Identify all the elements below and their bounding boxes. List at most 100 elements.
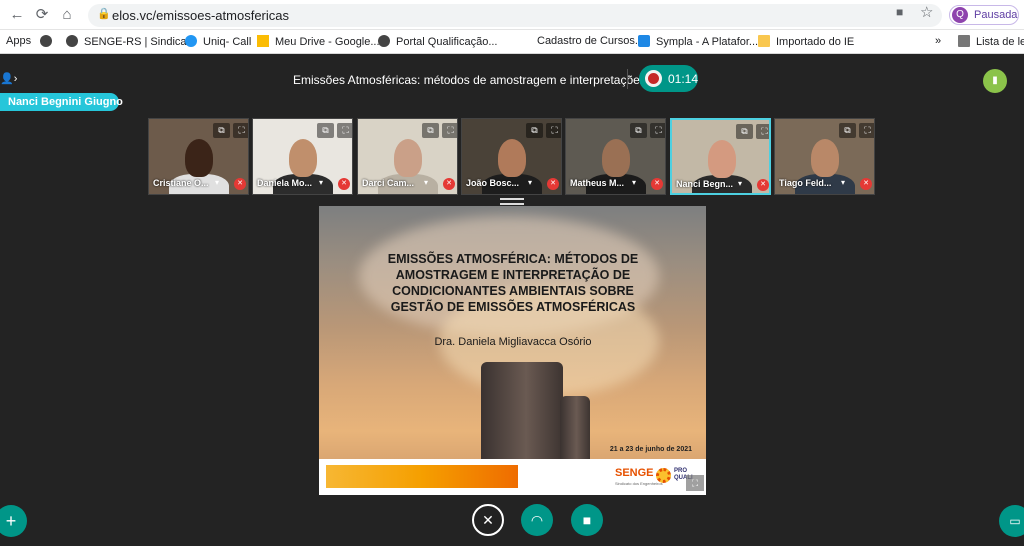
add-icon[interactable]: + bbox=[0, 505, 27, 537]
bookmark-label: Sympla - A Platafor... bbox=[656, 36, 759, 48]
participant-tile[interactable]: ⧉ ⛶ Cristiane O... ▾ ✕ bbox=[148, 118, 249, 195]
participant-name: Daniela Mo... bbox=[257, 178, 313, 188]
globe-icon bbox=[40, 35, 52, 47]
participant-name: Nanci Begn... bbox=[676, 179, 734, 189]
camera-button[interactable]: ■ bbox=[571, 504, 603, 536]
headset-button[interactable]: ◠ bbox=[521, 504, 553, 536]
globe-icon bbox=[66, 35, 78, 47]
camera-icon[interactable]: ■ bbox=[896, 5, 903, 19]
participant-tile[interactable]: ⧉ ⛶ Tiago Feld... ▾ ✕ bbox=[774, 118, 875, 195]
expand-icon[interactable]: ⧉ bbox=[736, 124, 753, 139]
slide-date: 21 a 23 de junho de 2021 bbox=[609, 446, 692, 453]
bookmark-item[interactable]: Meu Drive - Google... bbox=[257, 35, 380, 48]
slide-author: Dra. Daniela Migliavacca Osório bbox=[434, 336, 592, 348]
bookmark-label: Meu Drive - Google... bbox=[275, 36, 380, 48]
cooling-tower bbox=[481, 362, 563, 462]
fullscreen-icon[interactable]: ⛶ bbox=[650, 123, 665, 138]
participant-name: Tiago Feld... bbox=[779, 178, 832, 188]
url-text[interactable]: elos.vc/emissoes-atmosfericas bbox=[112, 8, 289, 23]
home-icon[interactable]: ⌂ bbox=[58, 6, 76, 24]
fullscreen-icon[interactable]: ⛶ bbox=[546, 123, 561, 138]
muted-icon: ✕ bbox=[860, 178, 872, 190]
participant-tile[interactable]: ⧉ ⛶ João Bosc... ▾ ✕ bbox=[461, 118, 562, 195]
muted-icon: ✕ bbox=[338, 178, 350, 190]
chevron-down-icon[interactable]: ▾ bbox=[215, 178, 219, 187]
participants-icon[interactable]: 👤› bbox=[0, 72, 17, 85]
bookmark-star-icon[interactable]: ☆ bbox=[920, 3, 933, 21]
expand-icon[interactable]: ⧉ bbox=[526, 123, 543, 138]
senge-logo-subtitle: Sindicato dos Engenheiros bbox=[615, 481, 663, 486]
expand-icon[interactable]: ⧉ bbox=[839, 123, 856, 138]
bookmark-label: Importado do IE bbox=[776, 36, 855, 48]
slide-footer: SENGE Sindicato dos Engenheiros PRO QUAL… bbox=[319, 459, 706, 495]
chevron-down-icon[interactable]: ▾ bbox=[841, 178, 845, 187]
expand-icon[interactable]: ⧉ bbox=[422, 123, 439, 138]
participant-name: Cristiane O... bbox=[153, 178, 209, 188]
bookmark-item[interactable]: SENGE-RS | Sindica... bbox=[66, 35, 196, 48]
cooling-tower bbox=[560, 396, 590, 462]
reading-list[interactable]: Lista de leit bbox=[958, 35, 1024, 48]
more-bookmarks-icon[interactable]: » bbox=[935, 35, 941, 47]
bookmark-item[interactable]: Sympla - A Platafor... bbox=[638, 35, 758, 48]
chevron-down-icon[interactable]: ▾ bbox=[319, 178, 323, 187]
chevron-down-icon[interactable]: ▾ bbox=[632, 178, 636, 187]
participant-name: João Bosc... bbox=[466, 178, 520, 188]
resize-handle[interactable] bbox=[500, 198, 524, 205]
chat-icon[interactable]: ▭ bbox=[999, 505, 1024, 537]
fullscreen-icon[interactable]: ⛶ bbox=[337, 123, 352, 138]
lock-icon: 🔒 bbox=[97, 8, 111, 20]
senge-logo: SENGE bbox=[615, 467, 654, 479]
expand-icon[interactable]: ⧉ bbox=[213, 123, 230, 138]
folder-icon bbox=[758, 35, 770, 47]
profile-button[interactable]: Q Pausada bbox=[949, 5, 1019, 25]
participant-tile[interactable]: ⧉ ⛶ Nanci Begn... ▾ ✕ bbox=[670, 118, 771, 195]
bookmark-item[interactable]: Portal Qualificação... bbox=[378, 35, 498, 48]
participant-face bbox=[602, 139, 630, 177]
bookmark-label: Uniq- Call bbox=[203, 36, 252, 48]
expand-icon[interactable]: ⧉ bbox=[317, 123, 334, 138]
participant-tile[interactable]: ⧉ ⛶ Darci Cam... ▾ ✕ bbox=[357, 118, 458, 195]
bookmark-item[interactable]: Cadastro de Cursos... bbox=[537, 35, 644, 47]
expand-icon[interactable]: ⧉ bbox=[630, 123, 647, 138]
fullscreen-icon[interactable]: ⛶ bbox=[442, 123, 457, 138]
bookmark-item[interactable]: Importado do IE bbox=[758, 35, 854, 48]
profile-label: Pausada bbox=[974, 9, 1018, 21]
signal-icon[interactable]: ▮ bbox=[983, 69, 1007, 93]
record-icon bbox=[645, 70, 662, 87]
bookmark-item[interactable]: Uniq- Call bbox=[185, 35, 251, 48]
fullscreen-icon[interactable]: ⛶ bbox=[756, 124, 769, 139]
bookmark-label: Cadastro de Cursos... bbox=[537, 35, 644, 47]
participant-face bbox=[498, 139, 526, 177]
bookmark-label: Portal Qualificação... bbox=[396, 36, 498, 48]
participant-tile[interactable]: ⧉ ⛶ Daniela Mo... ▾ ✕ bbox=[252, 118, 353, 195]
back-icon[interactable]: ← bbox=[8, 6, 26, 24]
google-drive-icon bbox=[257, 35, 269, 47]
fullscreen-icon[interactable]: ⛶ bbox=[859, 123, 874, 138]
participant-face bbox=[708, 140, 736, 178]
participant-name: Darci Cam... bbox=[362, 178, 415, 188]
recording-indicator[interactable]: 01:14 bbox=[639, 65, 698, 92]
slide-title-line: EMISSÕES ATMOSFÉRICA: MÉTODOS DE bbox=[387, 252, 639, 266]
muted-icon: ✕ bbox=[757, 179, 769, 191]
avatar: Q bbox=[952, 7, 968, 23]
recording-timer: 01:14 bbox=[668, 72, 699, 86]
participant-tile[interactable]: ⧉ ⛶ Matheus M... ▾ ✕ bbox=[565, 118, 666, 195]
chevron-down-icon[interactable]: ▾ bbox=[738, 179, 742, 188]
fullscreen-icon[interactable]: ⛶ bbox=[233, 123, 248, 138]
orange-bar bbox=[326, 465, 518, 488]
mic-off-button[interactable]: ✕ bbox=[472, 504, 504, 536]
address-bar[interactable]: 🔒 elos.vc/emissoes-atmosfericas bbox=[88, 4, 942, 27]
meeting-title: Emissões Atmosféricas: métodos de amostr… bbox=[293, 73, 682, 87]
muted-icon: ✕ bbox=[651, 178, 663, 190]
active-speaker-badge: Nanci Begnini Giugno bbox=[0, 93, 123, 111]
bookmark-apps[interactable]: Apps bbox=[6, 35, 31, 47]
slide-title-line: AMOSTRAGEM E INTERPRETAÇÃO DE bbox=[395, 268, 631, 282]
chevron-down-icon[interactable]: ▾ bbox=[424, 178, 428, 187]
meeting-area: 👤› Emissões Atmosféricas: métodos de amo… bbox=[0, 55, 1024, 546]
chevron-down-icon[interactable]: ▾ bbox=[528, 178, 532, 187]
reload-icon[interactable]: ⟳ bbox=[33, 6, 51, 24]
slide-fullscreen-icon[interactable]: ⛶ bbox=[686, 475, 704, 491]
divider bbox=[627, 69, 628, 89]
bookmark-item[interactable] bbox=[40, 35, 58, 48]
participant-face bbox=[185, 139, 213, 177]
